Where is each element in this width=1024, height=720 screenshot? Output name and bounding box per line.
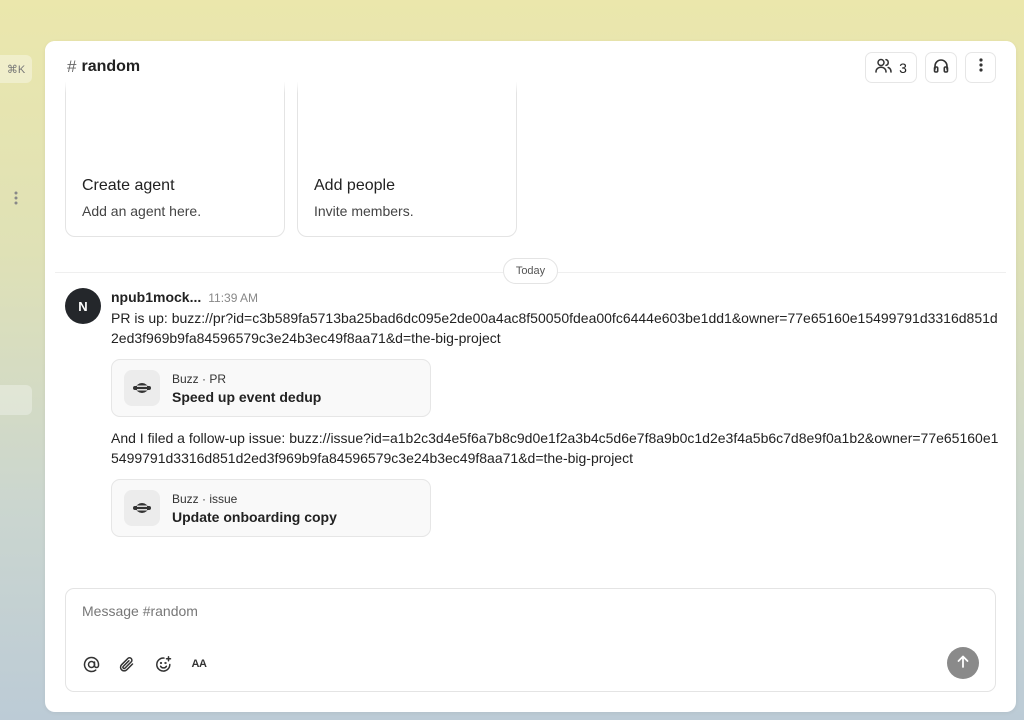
embed-kind: Buzz · issue [172, 491, 238, 506]
avatar[interactable]: N [65, 288, 101, 324]
embed-title: Update onboarding copy [172, 508, 337, 525]
channel-title: random [81, 58, 141, 75]
card-subtitle: Add an agent here. [82, 203, 202, 219]
sidebar-active-item[interactable] [0, 385, 32, 415]
card-subtitle: Invite members. [314, 203, 414, 219]
message-composer: AA [65, 588, 996, 692]
more-options-button[interactable] [965, 52, 996, 83]
channel-hash-icon: # [67, 57, 77, 76]
paperclip-icon[interactable] [116, 653, 138, 675]
message-item: npub1mock... 11:39 AM PR is up: buzz://p… [111, 289, 1001, 548]
card-title: Create agent [82, 177, 175, 194]
buzz-icon [124, 490, 160, 526]
member-count: 3 [899, 59, 907, 76]
embed-text: Buzz · issue Update onboarding copy [172, 492, 337, 525]
users-icon [875, 58, 892, 78]
embed-kind: Buzz · PR [172, 371, 227, 386]
header-actions: 3 [865, 52, 996, 83]
sidebar-more-icon[interactable] [9, 189, 23, 207]
emoji-add-icon[interactable] [152, 653, 174, 675]
command-shortcut-hint[interactable]: ⌘K [0, 55, 32, 83]
headphones-icon [933, 58, 949, 78]
pr-embed-card[interactable]: Buzz · PR Speed up event dedup [111, 359, 431, 417]
buzz-icon [124, 370, 160, 406]
message-timestamp[interactable]: 11:39 AM [208, 291, 258, 305]
message-text: And I filed a follow-up issue: buzz://is… [111, 430, 999, 466]
message-author[interactable]: npub1mock... [111, 289, 201, 305]
send-button[interactable] [947, 647, 979, 679]
channel-header: # random 3 [45, 41, 1016, 93]
text-format-button[interactable]: AA [188, 653, 210, 675]
date-divider-label: Today [503, 258, 558, 284]
message-header: npub1mock... 11:39 AM [111, 289, 1001, 307]
card-title: Add people [314, 177, 395, 194]
issue-embed-card[interactable]: Buzz · issue Update onboarding copy [111, 479, 431, 537]
at-sign-icon[interactable] [80, 653, 102, 675]
message-input[interactable] [82, 601, 942, 621]
members-button[interactable]: 3 [865, 52, 917, 83]
composer-toolbar: AA [80, 653, 210, 675]
arrow-up-icon [957, 655, 969, 671]
huddle-button[interactable] [925, 52, 957, 83]
embed-text: Buzz · PR Speed up event dedup [172, 372, 321, 405]
message-text: PR is up: buzz://pr?id=c3b589fa5713ba25b… [111, 310, 998, 346]
channel-panel: # random 3 Create agent Add an agent her… [45, 41, 1016, 712]
more-vertical-icon [978, 58, 983, 77]
embed-title: Speed up event dedup [172, 388, 322, 405]
